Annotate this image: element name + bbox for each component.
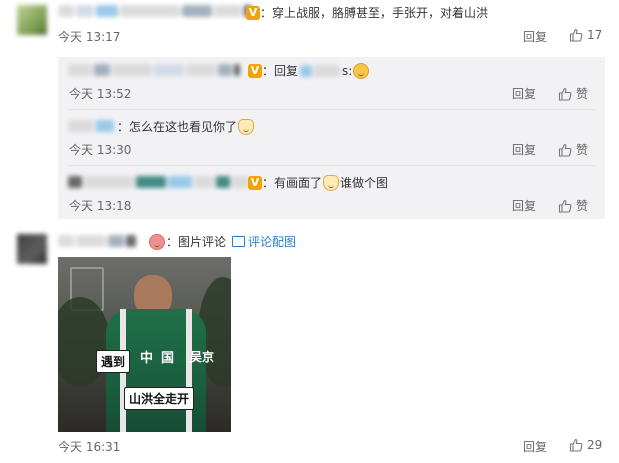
like-button[interactable]: 赞: [558, 141, 588, 158]
thumbs-up-icon: [558, 199, 572, 213]
thumbs-up-icon: [569, 438, 583, 452]
verified-badge-icon: V: [248, 63, 262, 78]
like-count: 17: [587, 28, 603, 42]
dog-emoji-icon: [323, 174, 340, 191]
avatar[interactable]: [17, 234, 47, 264]
reply-button[interactable]: 回复: [523, 28, 547, 45]
like-button[interactable]: 赞: [558, 197, 588, 214]
mention-redacted[interactable]: [300, 64, 341, 77]
jacket-stripe: [186, 309, 192, 432]
caption-bottom: 山洪全走开: [124, 387, 195, 410]
replies-panel: [58, 57, 605, 219]
username-redacted[interactable]: [68, 176, 250, 188]
comment-image[interactable]: 中国 遇到 吴京 山洪全走开: [58, 257, 231, 432]
thumbs-up-icon: [569, 28, 583, 42]
timestamp: 今天 13:30: [69, 143, 132, 157]
divider: [68, 165, 595, 166]
username-redacted[interactable]: [68, 120, 114, 132]
thumbs-up-icon: [558, 87, 572, 101]
photo-icon: [232, 236, 246, 247]
view-image-link[interactable]: 评论配图: [248, 233, 296, 250]
comment-text: V ：穿上战服，胳膊甚至，手张开，对着山洪: [246, 4, 488, 21]
reply-button[interactable]: 回复: [512, 85, 536, 102]
like-button[interactable]: 赞: [558, 85, 588, 102]
username-redacted[interactable]: [58, 235, 136, 247]
verified-badge-icon: V: [246, 5, 260, 20]
timestamp: 今天 13:52: [69, 87, 132, 101]
avatar[interactable]: [17, 5, 47, 35]
reply-button[interactable]: 回复: [512, 197, 536, 214]
comment-text: ：图片评论 评论配图: [148, 233, 296, 250]
verified-badge-icon: V: [248, 175, 262, 190]
username-redacted[interactable]: [58, 5, 252, 17]
caption-right: 吴京: [190, 350, 215, 364]
like-button[interactable]: 17: [569, 28, 602, 42]
timestamp: 今天 16:31: [58, 440, 121, 454]
like-button[interactable]: 29: [569, 438, 602, 452]
reply-text: V ：回复 s:: [248, 62, 370, 79]
like-count: 29: [587, 438, 603, 452]
username-redacted[interactable]: [68, 64, 240, 76]
reply-text: V ：有画面了 谁做个图: [248, 174, 388, 191]
timestamp: 今天 13:17: [58, 30, 121, 44]
timestamp: 今天 13:18: [69, 199, 132, 213]
divider: [68, 109, 595, 110]
reply-button[interactable]: 回复: [512, 141, 536, 158]
caption-left: 遇到: [96, 350, 131, 373]
emoji-icon: [149, 233, 165, 250]
smile-emoji-icon: [353, 62, 370, 79]
jacket-text: 中国: [140, 351, 183, 366]
thumbs-up-icon: [558, 143, 572, 157]
reply-button[interactable]: 回复: [523, 438, 547, 455]
dog-emoji-icon: [238, 118, 255, 135]
reply-text: ：怎么在这也看见你了: [117, 118, 255, 135]
